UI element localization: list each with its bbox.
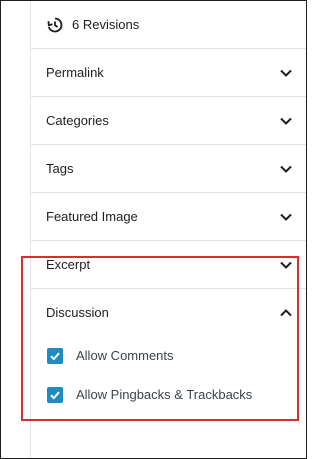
panel-title: Discussion [46,305,109,320]
panel-permalink[interactable]: Permalink [31,49,306,97]
panel-title: Featured Image [46,209,138,224]
chevron-down-icon [279,210,293,224]
chevron-down-icon [279,66,293,80]
revisions-label: 6 Revisions [72,17,140,32]
chevron-down-icon [279,162,293,176]
document-settings-panel: 6 Revisions Permalink Categories Tags Fe… [31,1,306,458]
allow-comments-checkbox[interactable] [47,347,63,364]
panel-excerpt[interactable]: Excerpt [31,241,306,289]
panel-categories[interactable]: Categories [31,97,306,145]
history-icon [46,16,64,34]
allow-pingbacks-label[interactable]: Allow Pingbacks & Trackbacks [76,387,252,402]
panel-title: Excerpt [46,257,91,272]
allow-pingbacks-checkbox[interactable] [47,386,63,403]
chevron-down-icon [279,258,293,272]
discussion-toggle[interactable]: Discussion [31,289,306,336]
checkmark-icon [50,352,60,360]
chevron-down-icon [279,114,293,128]
revisions-link[interactable]: 6 Revisions [31,1,306,49]
panel-title: Tags [46,161,74,176]
editor-sidebar-frame: 6 Revisions Permalink Categories Tags Fe… [0,0,307,459]
panel-featured-image[interactable]: Featured Image [31,193,306,241]
panel-title: Categories [46,113,109,128]
allow-comments-label[interactable]: Allow Comments [76,348,174,363]
allow-comments-option: Allow Comments [31,336,306,375]
checkmark-icon [50,391,60,399]
allow-pingbacks-option: Allow Pingbacks & Trackbacks [31,375,306,414]
left-gutter [1,1,31,458]
chevron-up-icon [279,306,293,320]
panel-title: Permalink [46,65,104,80]
panel-discussion: Discussion Allow Comments Allow Pingback… [31,289,306,414]
panel-tags[interactable]: Tags [31,145,306,193]
